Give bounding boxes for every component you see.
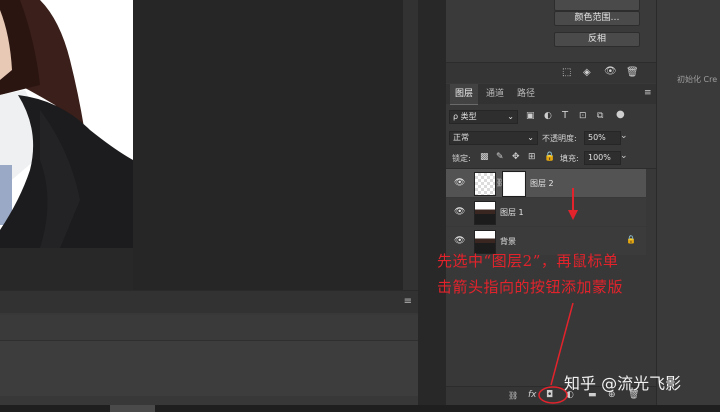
- panel-menu-icon[interactable]: ≡: [644, 88, 652, 98]
- blend-mode-select[interactable]: 正常 ⌄: [449, 131, 538, 145]
- chevron-down-icon[interactable]: ⌄: [620, 151, 628, 161]
- smart-object-filter-icon[interactable]: ⧉: [597, 111, 603, 121]
- pixel-filter-icon[interactable]: ▣: [526, 111, 535, 121]
- channels-actions-bar: ⬚ ◈ 👁 🗑: [446, 62, 656, 83]
- lock-row: 锁定: ▩ ✎ ✥ ⊞ 🔒 填充: 100% ⌄: [446, 148, 656, 169]
- chevron-down-icon: ⌄: [527, 133, 534, 142]
- opacity-label: 不透明度:: [542, 134, 577, 143]
- eye-icon[interactable]: 👁: [454, 178, 465, 188]
- timeline-row: [0, 315, 418, 341]
- status-bar: [0, 405, 720, 412]
- color-range-button[interactable]: 颜色范围…: [554, 11, 640, 26]
- filter-kind-select[interactable]: ρ 类型 ⌄: [449, 110, 518, 124]
- dotted-selection-icon[interactable]: ⬚: [562, 67, 571, 78]
- lock-all-icon[interactable]: 🔒: [544, 152, 555, 162]
- fill-label: 填充:: [560, 154, 579, 163]
- layer-thumbnail: [474, 201, 496, 225]
- chevron-down-icon[interactable]: ⌄: [620, 131, 628, 141]
- eye-icon[interactable]: 👁: [604, 66, 617, 77]
- layer-row-layer2[interactable]: 👁 ⛓ 图层 2: [446, 169, 646, 197]
- invert-button[interactable]: 反相: [554, 32, 640, 47]
- side-note: 初始化 Cre: [677, 75, 718, 84]
- filter-toggle-icon[interactable]: ●: [616, 109, 625, 120]
- filter-kind-value: ρ 类型: [453, 112, 477, 121]
- annotation-line-2: 击箭头指向的按钮添加蒙版: [437, 278, 624, 296]
- right-panel-column: 初始化 Cre: [656, 0, 720, 405]
- watermark: 知乎 @流光飞影: [564, 374, 682, 393]
- timeline-area: [0, 341, 418, 396]
- layer-thumbnail: [474, 172, 496, 196]
- eye-icon[interactable]: 👁: [454, 236, 465, 246]
- channels-panel-top: 颜色范围… 反相: [446, 0, 656, 62]
- shape-filter-icon[interactable]: ⊡: [579, 111, 587, 121]
- type-filter-icon[interactable]: T: [562, 110, 568, 121]
- layers-tabbar: 图层 通道 路径 ≡: [446, 84, 656, 105]
- red-arrow-down-icon: [568, 188, 578, 220]
- channel-to-selection-icon[interactable]: ◈: [583, 67, 591, 78]
- fill-value: 100%: [588, 153, 611, 162]
- opacity-value: 50%: [588, 133, 606, 142]
- fill-input[interactable]: 100%: [584, 151, 621, 165]
- layer-mask-thumbnail: [502, 171, 526, 197]
- tab-layers[interactable]: 图层: [450, 84, 478, 105]
- tab-channels[interactable]: 通道: [481, 84, 509, 104]
- layer-name: 图层 2: [530, 179, 554, 188]
- panel-menu-icon[interactable]: ≡: [404, 296, 412, 307]
- trash-icon[interactable]: 🗑: [626, 67, 639, 78]
- lock-icon: 🔒: [626, 235, 636, 244]
- horizontal-scroll-thumb[interactable]: [110, 405, 155, 412]
- annotation-line-1: 先选中“图层2”，再鼠标单: [437, 252, 619, 270]
- top-cut-button[interactable]: [554, 0, 640, 11]
- canvas-background: [133, 0, 403, 290]
- portrait-photo: [0, 0, 133, 248]
- panel-divider: [418, 0, 446, 412]
- layer-row-layer1[interactable]: 👁 图层 1: [446, 198, 646, 226]
- adjustment-filter-icon[interactable]: ◐: [544, 111, 552, 121]
- layer-name: 背景: [500, 237, 516, 246]
- vertical-scrollbar[interactable]: [403, 0, 418, 290]
- blend-row: 正常 ⌄ 不透明度: 50% ⌄: [446, 128, 656, 148]
- document-canvas[interactable]: [0, 0, 418, 290]
- lock-artboard-icon[interactable]: ⊞: [528, 152, 536, 162]
- layer-name: 图层 1: [500, 208, 524, 217]
- timeline-panel-header: ≡: [0, 291, 418, 313]
- link-icon[interactable]: ⛓: [508, 391, 518, 400]
- panels-column: 颜色范围… 反相 ⬚ ◈ 👁 🗑 图层 通道 路径 ≡ ρ 类型 ⌄ ▣ ◐ T…: [446, 0, 656, 406]
- opacity-input[interactable]: 50%: [584, 131, 621, 145]
- lock-move-icon[interactable]: ✥: [512, 152, 520, 162]
- lock-label: 锁定:: [452, 154, 471, 163]
- layers-list: 👁 ⛓ 图层 2 👁 图层 1 👁 背景 🔒: [446, 169, 656, 259]
- blend-mode-value: 正常: [453, 133, 469, 142]
- chevron-down-icon: ⌄: [507, 112, 514, 121]
- tab-paths[interactable]: 路径: [512, 84, 540, 104]
- eye-icon[interactable]: 👁: [454, 207, 465, 217]
- timeline-panel: ≡: [0, 290, 418, 406]
- layer-filter-row: ρ 类型 ⌄ ▣ ◐ T ⊡ ⧉ ●: [446, 106, 656, 128]
- lock-transparency-icon[interactable]: ▩: [480, 152, 489, 162]
- lock-brush-icon[interactable]: ✎: [496, 152, 504, 162]
